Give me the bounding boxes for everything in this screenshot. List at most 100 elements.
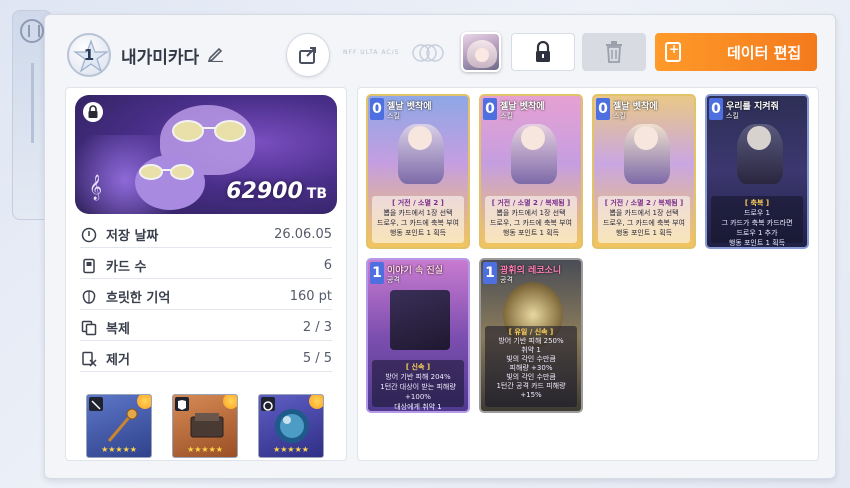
card-description: [ 축복 ] 드로우 1 그 카드가 축복 카드라면 드로우 1 추가 행동 포…: [711, 196, 803, 247]
brain-icon: [80, 288, 98, 306]
card-line: 드로우 1: [744, 209, 770, 217]
card-line: 빛의 각인 수만큼: [506, 355, 556, 363]
stat-row-faded-memory: 흐릿한 기억 160 pt: [80, 284, 332, 310]
share-icon: [299, 47, 316, 64]
stat-label: 제거: [106, 353, 130, 368]
rail-divider: [30, 63, 34, 143]
card-description: [ 거전 / 소멸 2 / 복제됨 ] 뽑을 카드에서 1장 선택 드로우, 그…: [598, 196, 690, 243]
add-card-icon: [665, 42, 681, 62]
card-description: [ 신속 ] 방어 기반 피해 204% 1턴간 대상이 받는 피해량 +100…: [372, 360, 464, 411]
card-line: 1턴간 대상이 받는 피해량: [380, 383, 456, 391]
card-type: 스킬: [726, 112, 739, 120]
stat-row-duplicate: 복제 2 / 3: [80, 315, 332, 341]
card-description: [ 거전 / 소멸 2 / 복제됨 ] 뽑을 카드에서 1장 선택 드로우, 그…: [485, 196, 577, 243]
card-cost: 0: [483, 98, 497, 120]
deck-detail-window: 1 내가미카다 NFF ULTA AC/S + 데이터 편집 𝄞 62900 T…: [44, 14, 836, 479]
card-line: 방어 기반 피해 204%: [385, 373, 451, 381]
deck-rank-badge: 1: [67, 33, 111, 77]
card-type: 스킬: [500, 112, 513, 120]
card-cost: 1: [483, 262, 497, 284]
card-art-face: [747, 126, 771, 150]
stat-value: 2 / 3: [302, 320, 332, 335]
card-tag: [ 거전 / 소멸 2 / 복제됨 ]: [604, 199, 684, 207]
card-type: 공격: [387, 276, 400, 284]
card-cost: 0: [709, 98, 723, 120]
card-line: 행동 포인트 1 획득: [502, 229, 560, 237]
sunglasses-icon: [172, 120, 246, 142]
card-type: 공격: [500, 276, 513, 284]
orb-icon: [275, 409, 309, 443]
card-line: 행동 포인트 1 획득: [615, 229, 673, 237]
card-list-panel: 0 젤날 벳착에 스킬 [ 거전 / 소멸 2 ] 뽑을 카드에서 1장 선택 …: [357, 87, 819, 461]
edit-data-label: 데이터 편집: [727, 43, 802, 62]
portrait-face: [475, 48, 489, 62]
card-description: [ 유일 / 신속 ] 방어 기반 피해 250% 취약 1 빛의 각인 수만큼…: [485, 326, 577, 407]
deck-card[interactable]: 1 광휘의 레코소니 공격 [ 유일 / 신속 ] 방어 기반 피해 250% …: [479, 258, 583, 413]
stat-label: 저장 날짜: [106, 229, 159, 244]
rarity-stars: ★★★★★: [101, 445, 137, 454]
card-icon: [80, 257, 98, 275]
delete-button[interactable]: [582, 33, 646, 71]
card-line: 방어 기반 피해 250%: [498, 337, 564, 345]
deck-score-unit: TB: [306, 186, 327, 202]
card-line: +15%: [520, 391, 542, 399]
stat-value: 5 / 5: [302, 351, 332, 366]
card-type: 스킬: [387, 112, 400, 120]
trash-icon: [606, 41, 622, 63]
equipment-slot-accessory[interactable]: ★★★★★: [258, 394, 324, 458]
card-cost: 1: [370, 262, 384, 284]
card-line: 행동 포인트 1 획득: [389, 229, 447, 237]
card-line: 행동 포인트 1 획득: [728, 239, 786, 247]
card-art: [390, 290, 450, 350]
card-art-face: [408, 126, 432, 150]
card-line: 취약 1: [521, 346, 541, 354]
brain-logo-icon: [20, 19, 44, 43]
deck-card[interactable]: 0 젤날 벳착에 스킬 [ 거전 / 소멸 2 / 복제됨 ] 뽑을 카드에서 …: [479, 94, 583, 249]
small-sunglasses-icon: [139, 164, 194, 180]
card-tag: [ 거전 / 소멸 2 / 복제됨 ]: [491, 199, 571, 207]
card-tag: [ 축복 ]: [744, 199, 770, 207]
deck-card[interactable]: 0 우리를 지켜줘 스킬 [ 축복 ] 드로우 1 그 카드가 축복 카드라면 …: [705, 94, 809, 249]
card-line: 빛의 각인 수만큼: [506, 373, 556, 381]
stat-value: 160 pt: [289, 289, 332, 304]
lock-icon: [536, 41, 550, 62]
card-line: 뽑을 카드에서 1장 선택: [383, 209, 453, 217]
character-portrait[interactable]: [461, 32, 501, 72]
deck-card[interactable]: 0 젤날 벳착에 스킬 [ 거전 / 소멸 2 / 복제됨 ] 뽑을 카드에서 …: [592, 94, 696, 249]
scepter-icon: [107, 408, 138, 442]
card-cost: 0: [370, 98, 384, 120]
card-line: 드로우, 그 카드에 축복 부여: [377, 219, 459, 227]
rarity-stars: ★★★★★: [273, 445, 309, 454]
clock-icon: [80, 226, 98, 244]
deck-card[interactable]: 0 젤날 벳착에 스킬 [ 거전 / 소멸 2 ] 뽑을 카드에서 1장 선택 …: [366, 94, 470, 249]
stat-label: 카드 수: [106, 260, 147, 275]
stat-label: 흐릿한 기억: [106, 291, 171, 306]
deck-name: 내가미카다: [121, 48, 200, 68]
card-line: +100%: [405, 393, 431, 401]
stat-row-save-date: 저장 날짜 26.06.05: [80, 222, 332, 248]
card-line: 드로우 1 추가: [736, 229, 778, 237]
equipment-slot-weapon[interactable]: ★★★★★: [86, 394, 152, 458]
stat-label: 복제: [106, 322, 130, 337]
banner-lock-icon: [83, 102, 103, 122]
card-description: [ 거전 / 소멸 2 ] 뽑을 카드에서 1장 선택 드로우, 그 카드에 축…: [372, 196, 464, 243]
deck-score: 62900 TB: [226, 179, 327, 204]
deck-card[interactable]: 1 이야기 속 진실 공격 [ 신속 ] 방어 기반 피해 204% 1턴간 대…: [366, 258, 470, 413]
card-line: 대상에게 취약 1: [394, 403, 442, 411]
card-type: 스킬: [613, 112, 626, 120]
stat-value: 6: [323, 258, 332, 273]
lock-button[interactable]: [511, 33, 575, 71]
card-tag: [ 거전 / 소멸 2 ]: [392, 199, 444, 207]
equipment-slot-armor[interactable]: ★★★★★: [172, 394, 238, 458]
edit-data-button[interactable]: 데이터 편집: [655, 33, 817, 71]
music-clef-icon: 𝄞: [89, 175, 103, 200]
deck-score-value: 62900: [226, 179, 303, 204]
edit-name-pencil-icon[interactable]: [207, 44, 225, 63]
card-tag: [ 유일 / 신속 ]: [508, 328, 554, 336]
card-line: 피해량 +30%: [509, 364, 553, 372]
card-line: 뽑을 카드에서 1장 선택: [496, 209, 566, 217]
deck-header: 1 내가미카다 NFF ULTA AC/S + 데이터 편집: [45, 15, 835, 87]
share-button[interactable]: [286, 33, 330, 77]
card-art-face: [521, 126, 545, 150]
card-line: 그 카드가 축복 카드라면: [721, 219, 793, 227]
